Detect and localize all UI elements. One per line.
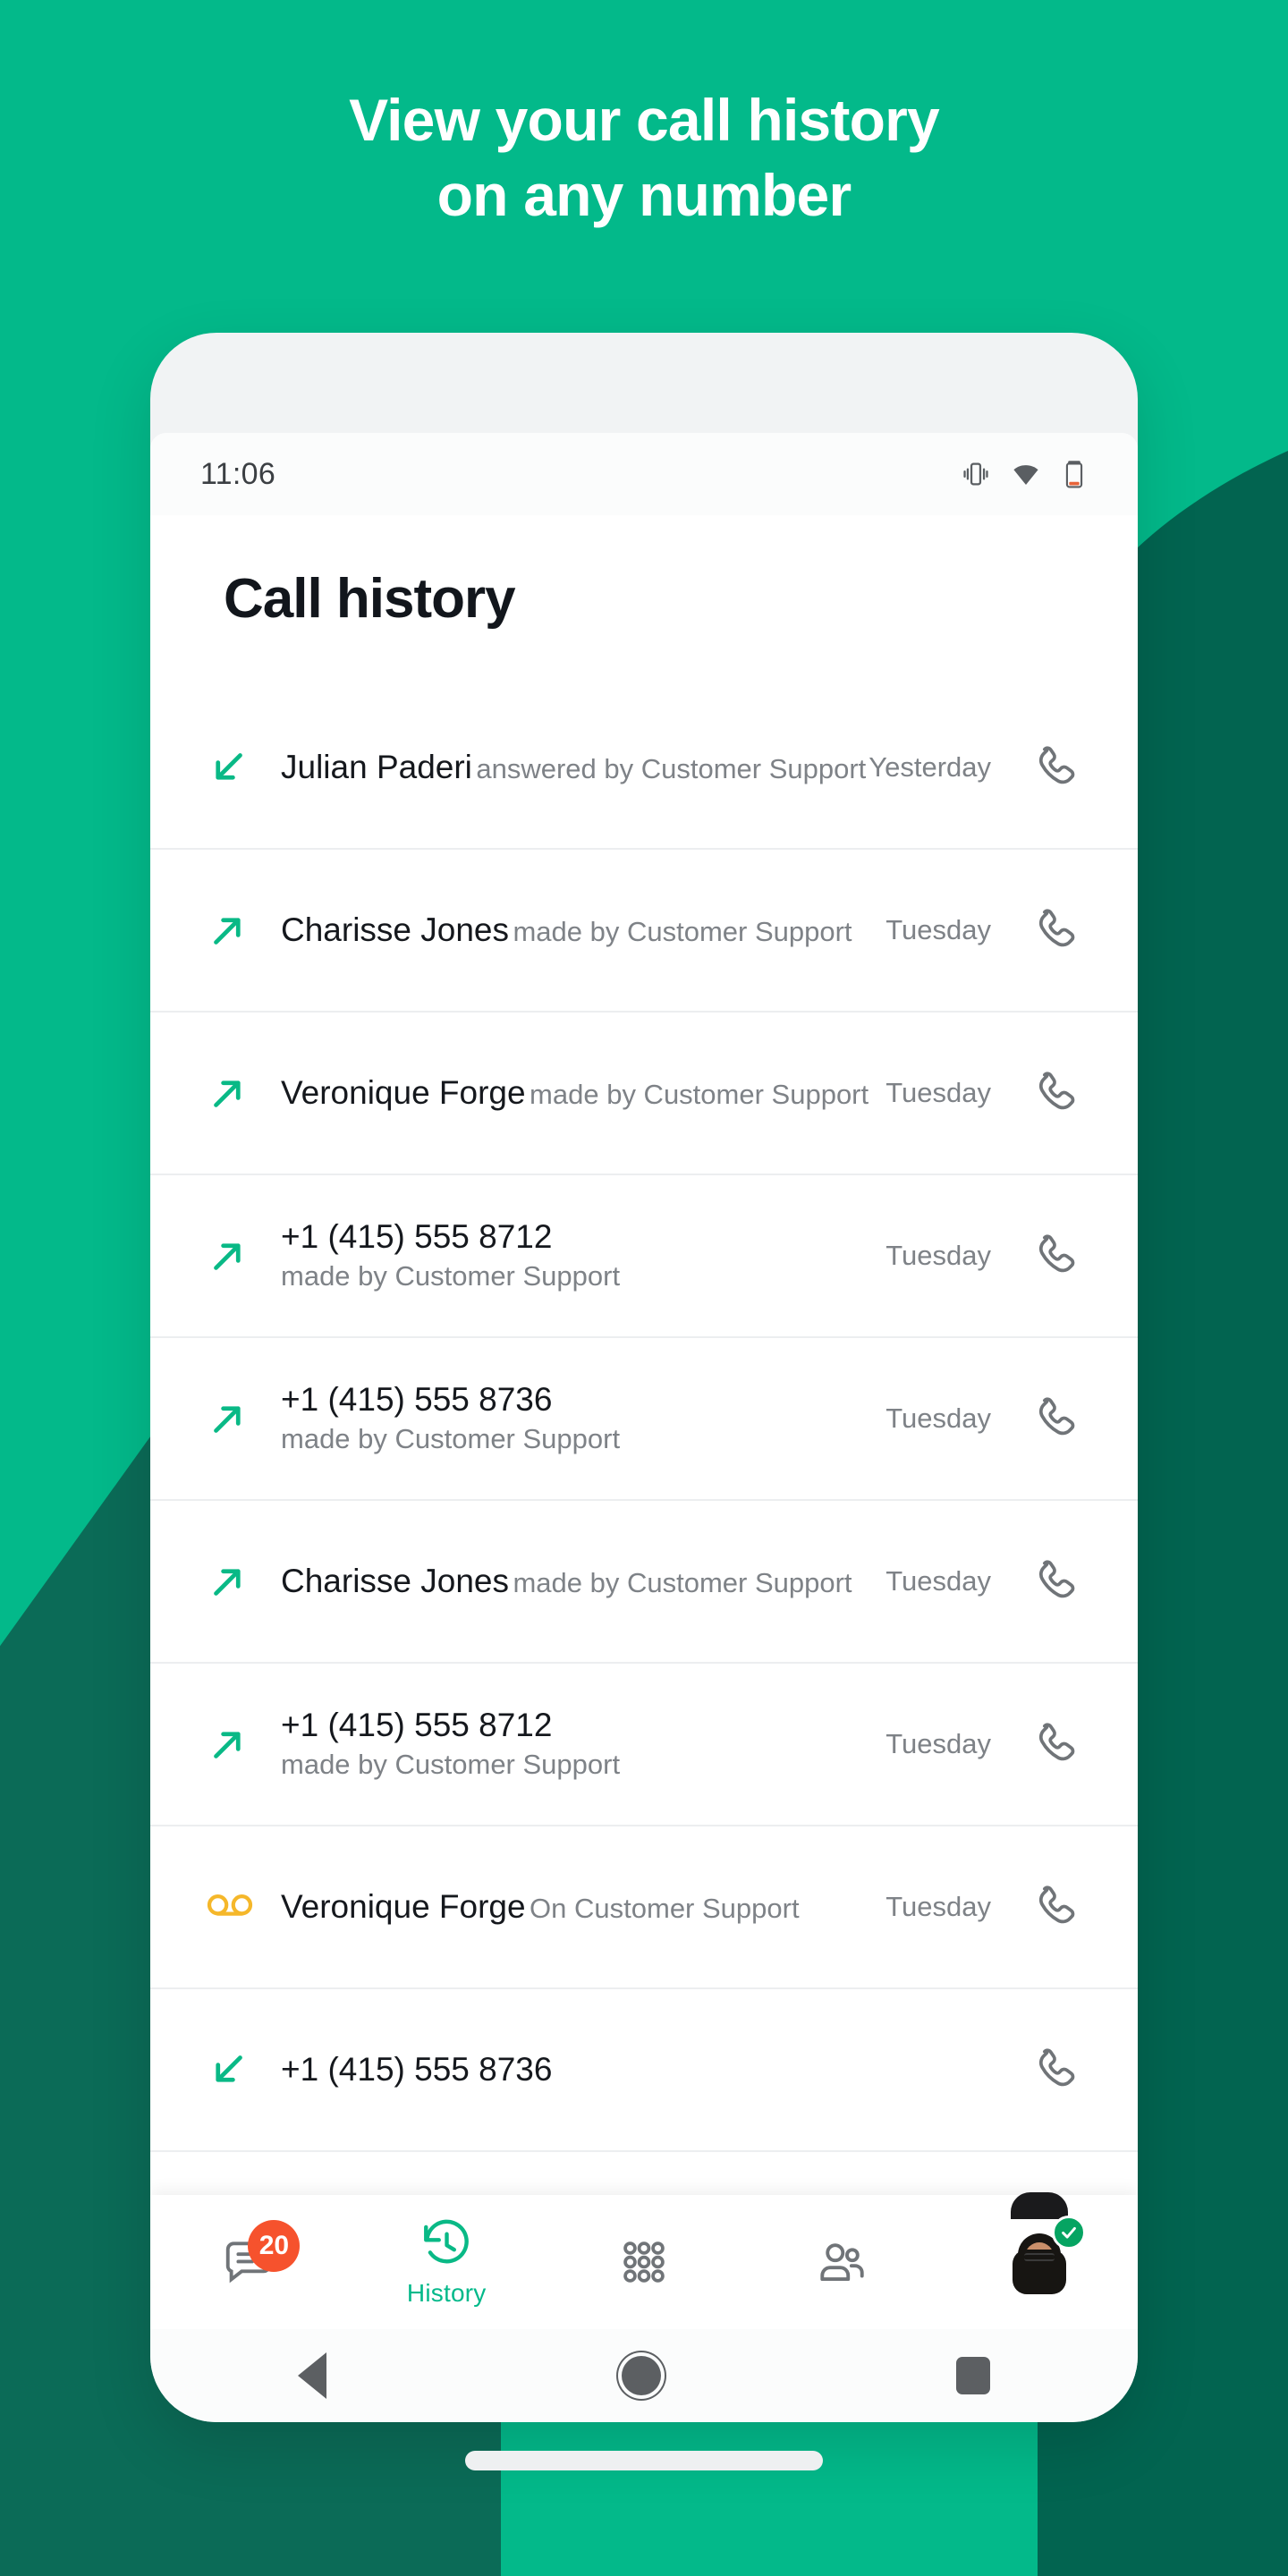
- status-bar-icons: [961, 459, 1088, 489]
- tab-keypad[interactable]: [546, 2195, 743, 2329]
- home-circle-icon[interactable]: [622, 2356, 661, 2395]
- call-history-row[interactable]: +1 (415) 555 8736 made by Customer Suppo…: [150, 1338, 1138, 1501]
- vibrate-icon: [961, 459, 991, 489]
- avatar[interactable]: [996, 2192, 1086, 2305]
- call-back-button[interactable]: [1021, 2037, 1088, 2103]
- promo-headline-line1: View your call history: [349, 87, 940, 153]
- call-row-timestamp: Tuesday: [886, 1402, 991, 1434]
- call-history-row[interactable]: +1 (415) 555 8712 made by Customer Suppo…: [150, 1664, 1138, 1826]
- status-bar-clock: 11:06: [200, 456, 276, 491]
- arrow-incoming-icon: [204, 743, 281, 792]
- bottom-tab-bar: 20 History: [150, 2192, 1138, 2329]
- available-status-check-icon: [1051, 2216, 1086, 2250]
- call-row-name: Charisse Jones: [281, 1562, 510, 1599]
- arrow-outgoing-icon: [204, 906, 281, 954]
- call-history-list[interactable]: Julian Paderi answered by Customer Suppo…: [150, 687, 1138, 2152]
- promo-headline-line2: on any number: [436, 162, 852, 229]
- call-row-text: Julian Paderi answered by Customer Suppo…: [281, 747, 869, 788]
- call-back-button[interactable]: [1021, 1711, 1088, 1777]
- call-history-row[interactable]: Charisse Jones made by Customer Support …: [150, 1501, 1138, 1664]
- call-history-row[interactable]: +1 (415) 555 8736: [150, 1989, 1138, 2152]
- promo-stage: View your call history on any number 11:…: [0, 0, 1288, 2576]
- call-back-button[interactable]: [1021, 1548, 1088, 1614]
- arrow-outgoing-icon: [204, 1232, 281, 1280]
- call-history-row[interactable]: +1 (415) 555 8712 made by Customer Suppo…: [150, 1175, 1138, 1338]
- call-history-row[interactable]: Charisse Jones made by Customer Support …: [150, 850, 1138, 1013]
- call-back-button[interactable]: [1021, 897, 1088, 963]
- call-row-text: Charisse Jones made by Customer Support: [281, 1561, 886, 1602]
- call-back-button[interactable]: [1021, 1223, 1088, 1289]
- call-back-button[interactable]: [1021, 1060, 1088, 1126]
- battery-low-icon: [1061, 459, 1088, 489]
- arrow-outgoing-icon: [204, 1720, 281, 1768]
- call-row-subtitle: made by Customer Support: [281, 1423, 621, 1455]
- call-row-timestamp: Tuesday: [886, 914, 991, 945]
- tab-contacts[interactable]: [742, 2195, 940, 2329]
- call-row-name: Veronique Forge: [281, 1073, 526, 1111]
- arrow-outgoing-icon: [204, 1069, 281, 1117]
- dialpad-icon: [616, 2234, 672, 2290]
- call-back-button[interactable]: [1021, 1385, 1088, 1452]
- call-row-timestamp: Tuesday: [886, 1728, 991, 1759]
- tab-history-label: History: [406, 2279, 487, 2307]
- call-row-timestamp: Tuesday: [886, 1240, 991, 1271]
- call-history-row[interactable]: Veronique Forge On Customer Support Tues…: [150, 1826, 1138, 1989]
- call-row-text: +1 (415) 555 8712 made by Customer Suppo…: [281, 1216, 886, 1295]
- wifi-icon: [1011, 459, 1041, 489]
- message-icon: 20: [221, 2220, 301, 2290]
- tab-messages[interactable]: 20: [150, 2195, 348, 2329]
- arrow-outgoing-icon: [204, 1557, 281, 1606]
- call-row-name: Julian Paderi: [281, 748, 472, 785]
- device-bottom-bezel-indicator: [465, 2451, 823, 2470]
- call-row-text: +1 (415) 555 8736: [281, 2049, 991, 2090]
- call-row-text: +1 (415) 555 8736 made by Customer Suppo…: [281, 1379, 886, 1458]
- call-row-timestamp: Tuesday: [886, 1077, 991, 1108]
- call-back-button[interactable]: [1021, 1874, 1088, 1940]
- call-row-timestamp: Tuesday: [886, 1565, 991, 1597]
- arrow-incoming-icon: [204, 2046, 281, 2094]
- call-row-subtitle: made by Customer Support: [281, 1749, 621, 1781]
- tab-history[interactable]: History: [348, 2195, 546, 2329]
- call-row-name: +1 (415) 555 8712: [281, 1706, 553, 1743]
- call-row-name: +1 (415) 555 8712: [281, 1217, 553, 1255]
- call-row-timestamp: Yesterday: [869, 751, 991, 783]
- call-row-subtitle: made by Customer Support: [513, 1566, 852, 1598]
- tab-profile[interactable]: [940, 2192, 1138, 2329]
- call-row-subtitle: made by Customer Support: [530, 1078, 869, 1110]
- call-row-name: +1 (415) 555 8736: [281, 2050, 553, 2088]
- call-row-text: Veronique Forge made by Customer Support: [281, 1072, 886, 1114]
- back-triangle-icon[interactable]: [298, 2352, 326, 2399]
- call-row-name: Charisse Jones: [281, 911, 510, 948]
- call-history-row[interactable]: Veronique Forge made by Customer Support…: [150, 1013, 1138, 1175]
- call-row-name: +1 (415) 555 8736: [281, 1380, 553, 1418]
- history-clock-icon: [419, 2216, 474, 2272]
- page-title: Call history: [224, 568, 516, 630]
- call-row-subtitle: answered by Customer Support: [476, 752, 867, 784]
- promo-headline: View your call history on any number: [0, 82, 1288, 233]
- call-row-text: +1 (415) 555 8712 made by Customer Suppo…: [281, 1705, 886, 1784]
- call-back-button[interactable]: [1021, 734, 1088, 801]
- phone-screen: 11:06 Call history Julian Paderi answere…: [150, 433, 1138, 2329]
- call-row-subtitle: made by Customer Support: [513, 915, 852, 947]
- call-row-subtitle: made by Customer Support: [281, 1260, 621, 1292]
- call-row-timestamp: Tuesday: [886, 1891, 991, 1922]
- voicemail-icon: [204, 1881, 281, 1933]
- recents-square-icon[interactable]: [956, 2357, 990, 2394]
- status-bar: 11:06: [150, 433, 1138, 515]
- call-row-subtitle: On Customer Support: [530, 1892, 800, 1924]
- contacts-icon: [814, 2234, 869, 2290]
- call-row-text: Charisse Jones made by Customer Support: [281, 910, 886, 951]
- call-history-row[interactable]: Julian Paderi answered by Customer Suppo…: [150, 687, 1138, 850]
- android-system-nav: [150, 2329, 1138, 2422]
- call-row-name: Veronique Forge: [281, 1887, 526, 1925]
- arrow-outgoing-icon: [204, 1394, 281, 1443]
- messages-unread-badge: 20: [248, 2220, 301, 2272]
- call-row-text: Veronique Forge On Customer Support: [281, 1886, 886, 1928]
